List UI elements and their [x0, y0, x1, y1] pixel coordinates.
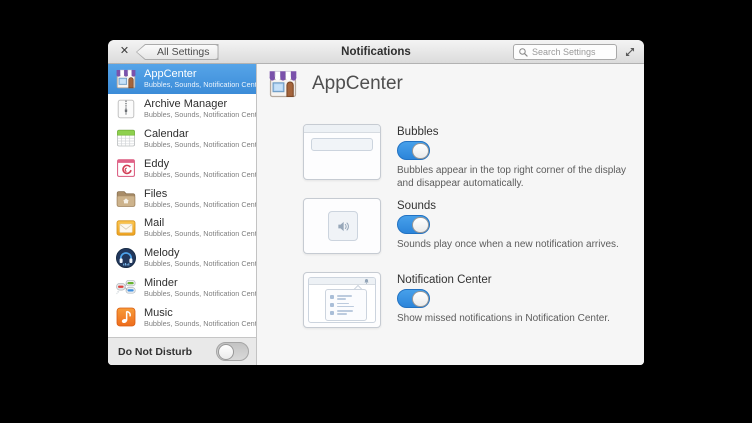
calendar-icon — [114, 126, 138, 150]
app-subtitle: Bubbles, Sounds, Notification Center — [144, 320, 251, 328]
preview-panel-bar — [309, 278, 375, 285]
notification-center-toggle[interactable] — [397, 289, 430, 308]
sidebar-item-melody[interactable]: MelodyBubbles, Sounds, Notification Cent… — [108, 243, 256, 273]
search-input[interactable] — [529, 47, 612, 57]
app-name: Calendar — [144, 128, 251, 140]
list-item — [330, 303, 362, 308]
app-subtitle: Bubbles, Sounds, Notification Center — [144, 171, 251, 179]
settings-window: ✕ All Settings Notifications — [108, 40, 644, 365]
speaker-preview — [303, 198, 381, 254]
files-icon — [114, 186, 138, 210]
sidebar-item-music[interactable]: MusicBubbles, Sounds, Notification Cente… — [108, 302, 256, 332]
sidebar-item-eddy[interactable]: EddyBubbles, Sounds, Notification Center — [108, 153, 256, 183]
list-item — [330, 310, 362, 315]
sidebar-item-mail[interactable]: MailBubbles, Sounds, Notification Center — [108, 213, 256, 243]
back-button-label: All Settings — [151, 46, 210, 58]
melody-icon — [114, 246, 138, 270]
bubbles-description: Bubbles appear in the top right corner o… — [397, 164, 637, 190]
app-header: AppCenter — [266, 67, 403, 101]
desktop-background: ✕ All Settings Notifications — [0, 0, 752, 423]
toggle-knob — [218, 344, 235, 361]
notification-list — [325, 289, 367, 321]
speaker-icon — [334, 217, 353, 236]
sidebar-item-archive-manager[interactable]: Archive ManagerBubbles, Sounds, Notifica… — [108, 94, 256, 124]
do-not-disturb-toggle[interactable] — [216, 342, 249, 361]
notification-center-label: Notification Center — [397, 274, 492, 286]
archive-icon — [114, 97, 138, 121]
app-name: Eddy — [144, 158, 251, 170]
app-name: Music — [144, 307, 251, 319]
sidebar-item-calendar[interactable]: CalendarBubbles, Sounds, Notification Ce… — [108, 124, 256, 154]
toggle-knob — [412, 143, 429, 160]
notification-center-preview — [303, 272, 381, 328]
eddy-icon — [114, 156, 138, 180]
app-name: Melody — [144, 247, 251, 259]
music-icon — [114, 305, 138, 329]
window-body: AppCenterBubbles, Sounds, Notification C… — [108, 64, 644, 365]
close-icon[interactable]: ✕ — [117, 44, 132, 59]
do-not-disturb-label: Do Not Disturb — [118, 346, 216, 358]
notification-center-description: Show missed notifications in Notificatio… — [397, 312, 637, 325]
bubbles-label: Bubbles — [397, 126, 439, 138]
toggle-knob — [412, 217, 429, 234]
search-field[interactable] — [513, 44, 617, 60]
all-settings-back-button[interactable]: All Settings — [136, 44, 219, 60]
appcenter-icon — [266, 67, 300, 101]
bubble-preview — [303, 124, 381, 180]
sounds-description: Sounds play once when a new notification… — [397, 238, 637, 251]
app-subtitle: Bubbles, Sounds, Notification Center — [144, 81, 251, 89]
bell-icon — [363, 278, 370, 285]
app-name: AppCenter — [144, 68, 251, 80]
preview-window — [308, 277, 376, 323]
sidebar-item-minder[interactable]: MinderBubbles, Sounds, Notification Cent… — [108, 273, 256, 303]
app-sidebar: AppCenterBubbles, Sounds, Notification C… — [108, 64, 257, 365]
expand-icon[interactable] — [623, 45, 637, 59]
app-name: Archive Manager — [144, 98, 251, 110]
sounds-label: Sounds — [397, 200, 436, 212]
bubbles-toggle[interactable] — [397, 141, 430, 160]
list-item — [330, 295, 362, 300]
app-list[interactable]: AppCenterBubbles, Sounds, Notification C… — [108, 64, 256, 337]
page-title: AppCenter — [312, 73, 403, 95]
app-name: Mail — [144, 217, 251, 229]
app-subtitle: Bubbles, Sounds, Notification Center — [144, 260, 251, 268]
app-subtitle: Bubbles, Sounds, Notification Center — [144, 290, 251, 298]
app-name: Minder — [144, 277, 251, 289]
preview-bubble — [311, 138, 373, 151]
search-icon — [518, 47, 529, 58]
sidebar-item-files[interactable]: FilesBubbles, Sounds, Notification Cente… — [108, 183, 256, 213]
appcenter-icon — [114, 67, 138, 91]
app-subtitle: Bubbles, Sounds, Notification Center — [144, 111, 251, 119]
app-subtitle: Bubbles, Sounds, Notification Center — [144, 201, 251, 209]
speaker-tile — [328, 211, 358, 241]
app-subtitle: Bubbles, Sounds, Notification Center — [144, 230, 251, 238]
sounds-toggle[interactable] — [397, 215, 430, 234]
app-subtitle: Bubbles, Sounds, Notification Center — [144, 141, 251, 149]
app-name: Files — [144, 188, 251, 200]
preview-panel-bar — [304, 125, 380, 133]
do-not-disturb-bar: Do Not Disturb — [108, 337, 256, 365]
header-bar[interactable]: ✕ All Settings Notifications — [108, 40, 644, 64]
sidebar-item-appcenter[interactable]: AppCenterBubbles, Sounds, Notification C… — [108, 64, 256, 94]
mail-icon — [114, 216, 138, 240]
toggle-knob — [412, 291, 429, 308]
notification-settings-pane: AppCenter Bubbles Bubbles appear in the … — [257, 64, 644, 365]
minder-icon — [114, 275, 138, 299]
